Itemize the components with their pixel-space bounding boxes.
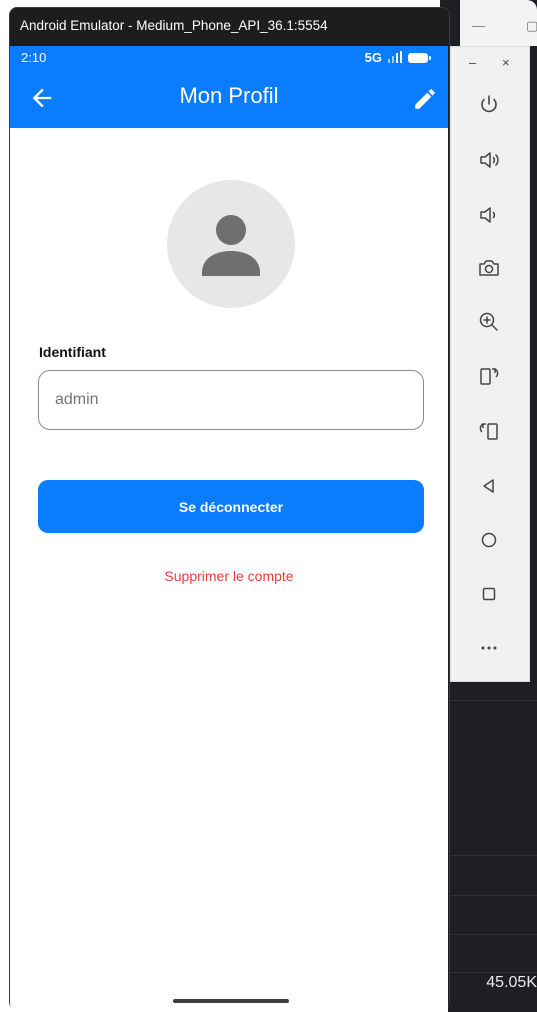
emulator-close-button[interactable]: × bbox=[502, 55, 510, 70]
volume-down-icon[interactable] bbox=[473, 199, 505, 231]
page-title: Mon Profil bbox=[179, 83, 279, 108]
status-time: 2:10 bbox=[21, 50, 47, 65]
status-bar: 2:10 5G bbox=[10, 46, 448, 70]
overview-icon[interactable] bbox=[473, 578, 505, 610]
network-type: 5G bbox=[364, 50, 382, 65]
background-status-text: 45.05K bbox=[486, 974, 537, 991]
volume-up-icon[interactable] bbox=[473, 144, 505, 176]
zoom-icon[interactable] bbox=[473, 306, 505, 338]
rotate-right-icon[interactable] bbox=[473, 415, 505, 447]
background-window-controls: — ▢ bbox=[460, 0, 537, 46]
signal-icon bbox=[388, 51, 402, 63]
delete-account-link[interactable]: Supprimer le compte bbox=[10, 568, 448, 584]
emulator-minimize-button[interactable]: – bbox=[469, 55, 476, 70]
battery-icon bbox=[408, 53, 431, 63]
person-icon bbox=[202, 215, 260, 276]
more-icon[interactable] bbox=[473, 632, 505, 664]
power-icon[interactable] bbox=[473, 89, 505, 121]
back-icon[interactable] bbox=[473, 470, 505, 502]
username-field[interactable] bbox=[38, 370, 424, 430]
username-label: Identifiant bbox=[39, 344, 106, 360]
home-icon[interactable] bbox=[473, 524, 505, 556]
app-bar: Mon Profil bbox=[10, 70, 448, 128]
logout-button[interactable]: Se déconnecter bbox=[38, 480, 424, 533]
avatar bbox=[167, 180, 295, 308]
camera-icon[interactable] bbox=[473, 252, 505, 284]
gesture-bar[interactable] bbox=[173, 999, 289, 1003]
phone-screen: 2:10 5G Mon Profil Identifiant Se déconn… bbox=[10, 46, 448, 1012]
emulator-title: Android Emulator - Medium_Phone_API_36.1… bbox=[20, 18, 328, 33]
pencil-icon[interactable] bbox=[412, 86, 438, 112]
rotate-left-icon[interactable] bbox=[473, 360, 505, 392]
emulator-toolbar: – × bbox=[450, 46, 530, 682]
